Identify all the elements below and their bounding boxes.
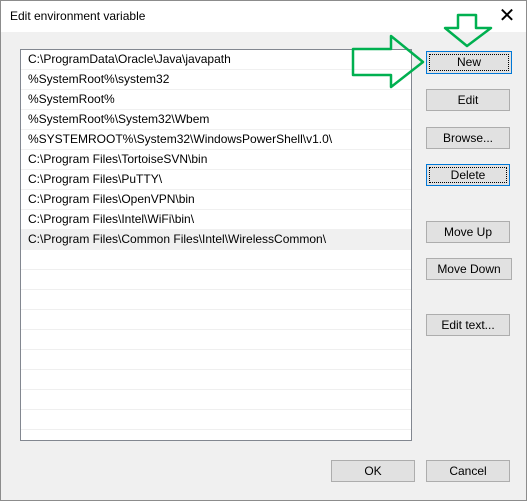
empty-list-row[interactable] — [21, 270, 411, 290]
green-arrow-down-icon — [443, 13, 493, 48]
empty-list-row[interactable] — [21, 290, 411, 310]
list-item[interactable]: %SystemRoot%\System32\Wbem — [21, 110, 411, 130]
browse-button-label: Browse... — [442, 131, 493, 145]
new-button[interactable]: New — [426, 51, 512, 74]
move-down-button[interactable]: Move Down — [426, 258, 512, 280]
list-item[interactable]: %SYSTEMROOT%\System32\WindowsPowerShell\… — [21, 130, 411, 150]
edit-text-button-label: Edit text... — [441, 318, 495, 332]
new-button-label: New — [456, 55, 481, 69]
ok-button-label: OK — [364, 464, 382, 478]
cancel-button-label: Cancel — [449, 464, 487, 478]
empty-list-row[interactable] — [21, 350, 411, 370]
edit-environment-variable-dialog: Edit environment variable ✕ C:\ProgramDa… — [0, 0, 527, 501]
empty-list-row[interactable] — [21, 370, 411, 390]
empty-list-row[interactable] — [21, 410, 411, 430]
list-item[interactable]: C:\Program Files\PuTTY\ — [21, 170, 411, 190]
green-arrow-right-icon — [351, 34, 425, 89]
edit-text-button[interactable]: Edit text... — [426, 314, 510, 336]
edit-button[interactable]: Edit — [426, 89, 510, 111]
move-up-button[interactable]: Move Up — [426, 221, 510, 243]
empty-list-row[interactable] — [21, 310, 411, 330]
list-item[interactable]: C:\Program Files\OpenVPN\bin — [21, 190, 411, 210]
list-item[interactable]: %SystemRoot% — [21, 90, 411, 110]
empty-list-row[interactable] — [21, 430, 411, 440]
empty-list-row[interactable] — [21, 330, 411, 350]
browse-button[interactable]: Browse... — [426, 127, 510, 149]
delete-button-label: Delete — [450, 168, 486, 182]
list-item[interactable]: C:\Program Files\TortoiseSVN\bin — [21, 150, 411, 170]
list-item[interactable]: C:\Program Files\Intel\WiFi\bin\ — [21, 210, 411, 230]
delete-button[interactable]: Delete — [426, 164, 510, 186]
path-list[interactable]: C:\ProgramData\Oracle\Java\javapath %Syst… — [20, 49, 412, 441]
ok-button[interactable]: OK — [331, 460, 415, 482]
move-down-button-label: Move Down — [437, 262, 501, 276]
move-up-button-label: Move Up — [443, 225, 493, 239]
cancel-button[interactable]: Cancel — [426, 460, 510, 482]
list-item[interactable]: C:\Program Files\Common Files\Intel\Wire… — [21, 230, 411, 250]
empty-list-row[interactable] — [21, 390, 411, 410]
dialog-title: Edit environment variable — [10, 9, 146, 23]
edit-button-label: Edit — [457, 93, 479, 107]
close-icon[interactable]: ✕ — [496, 5, 518, 27]
empty-list-row[interactable] — [21, 250, 411, 270]
